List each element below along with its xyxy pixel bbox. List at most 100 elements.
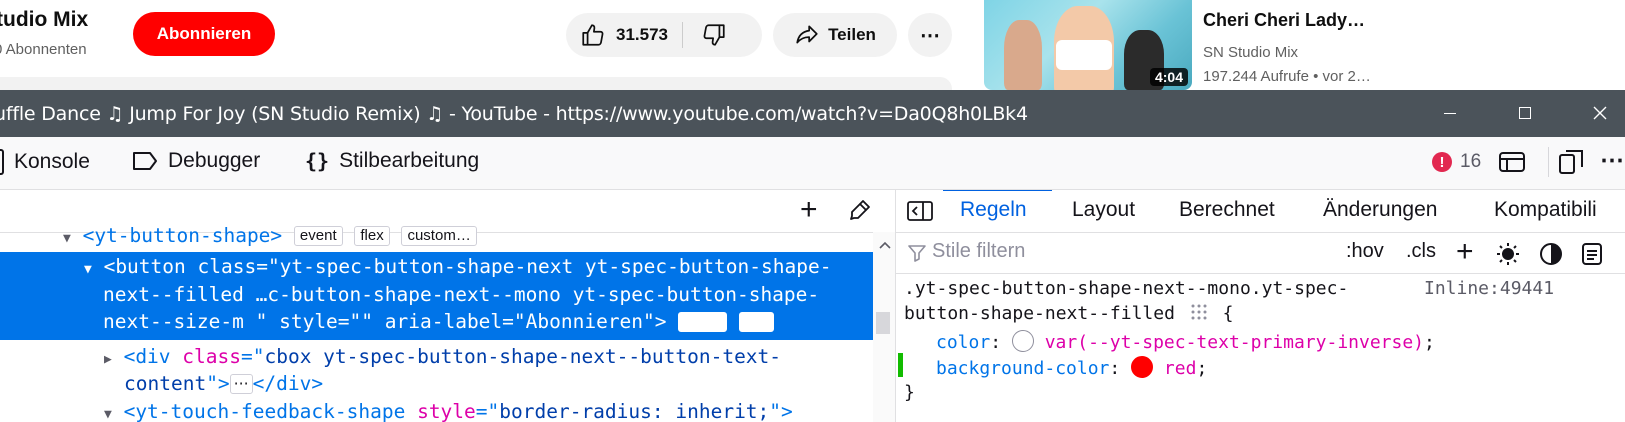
property-name[interactable]: color (936, 332, 990, 353)
node-text: <button class="yt-spec-button-shape-next… (103, 255, 832, 278)
thumbs-up-icon (580, 22, 606, 48)
tag-close: "> (769, 400, 793, 422)
event-badge[interactable]: event (293, 226, 343, 246)
error-count-badge[interactable]: ! 16 (1432, 151, 1481, 173)
flex-badge[interactable]: flex (354, 226, 390, 246)
recommended-thumbnail[interactable]: 4:04 (984, 0, 1192, 90)
maximize-icon (1519, 107, 1531, 119)
rule-selector-cont[interactable]: button-shape-next--filled { (904, 303, 1233, 324)
tab-computed[interactable]: Berechnet (1179, 198, 1275, 222)
colon: : (990, 332, 1002, 353)
recommended-meta: 197.244 Aufrufe • vor 2… (1203, 68, 1371, 85)
devtools-menu-button[interactable]: ⋯ (1600, 146, 1624, 175)
declaration-color[interactable]: color: var(--yt-spec-text-primary-invers… (936, 330, 1435, 353)
responsive-design-button[interactable] (1558, 149, 1586, 175)
video-duration-badge: 4:04 (1149, 68, 1188, 86)
property-value[interactable]: red (1164, 358, 1197, 379)
minimize-button[interactable] (1435, 100, 1465, 126)
subscriber-count: 0 Abonnenten (0, 41, 87, 58)
collapsed-content-badge[interactable]: ⋯ (229, 374, 253, 394)
attr-value: cbox yt-spec-button-shape-next--button-t… (264, 345, 782, 368)
tab-debugger[interactable]: Debugger (132, 149, 260, 173)
collapse-arrow-icon[interactable]: ▼ (104, 407, 112, 422)
filter-funnel-icon (908, 244, 926, 267)
custom-element-badge[interactable]: custom… (401, 226, 477, 246)
tree-node-yt-button-shape[interactable]: ▼ <yt-button-shape> event flex custom… (63, 224, 477, 247)
add-node-button[interactable]: + (800, 195, 818, 225)
collapse-arrow-icon[interactable]: ▼ (63, 231, 71, 246)
tab-style-editor[interactable]: {} Stilbearbeitung (305, 149, 479, 173)
minimize-icon (1444, 112, 1456, 114)
devtools-toolbar: Konsole Debugger {} Stilbearbeitung ! 16… (0, 137, 1625, 190)
tab-debugger-label: Debugger (168, 149, 261, 172)
class-toggle[interactable]: .cls (1406, 240, 1436, 263)
maximize-button[interactable] (1510, 100, 1540, 126)
property-value[interactable]: var(--yt-spec-text-primary-inverse) (1045, 332, 1424, 353)
window-title: uffle Dance ♫ Jump For Joy (SN Studio Re… (0, 103, 1028, 125)
collapse-arrow-icon[interactable]: ▼ (84, 262, 92, 277)
channel-name[interactable]: tudio Mix (0, 8, 88, 32)
description-box-edge[interactable] (0, 77, 952, 90)
subscribe-button[interactable]: Abonnieren (133, 12, 275, 56)
plus-icon: + (800, 193, 818, 226)
dislike-button[interactable] (683, 13, 745, 57)
hover-state-toggle[interactable]: :hov (1346, 240, 1384, 263)
eyedropper-button[interactable] (848, 198, 872, 222)
selected-node-button[interactable]: ▼ <button class="yt-spec-button-shape-ne… (0, 252, 873, 340)
plus-icon: + (1456, 235, 1474, 268)
light-theme-button[interactable] (1496, 242, 1520, 266)
flex-grid-icon[interactable] (1190, 303, 1208, 321)
recommended-channel[interactable]: SN Studio Mix (1203, 44, 1298, 61)
tab-rules[interactable]: Regeln (960, 198, 1027, 222)
expand-arrow-icon[interactable]: ▶ (104, 352, 112, 367)
property-name[interactable]: background-color (936, 358, 1109, 379)
tree-node-yt-touch-feedback-shape[interactable]: ▼ <yt-touch-feedback-shape style="border… (104, 400, 793, 422)
debugger-icon (132, 151, 158, 171)
tag-name: <yt-touch-feedback-shape (123, 400, 418, 422)
like-button[interactable]: 31.573 (566, 13, 682, 57)
recommended-title[interactable]: Cheri Cheri Lady… (1203, 10, 1365, 31)
attr-eq: =" (475, 400, 500, 422)
rule-selector[interactable]: .yt-spec-button-shape-next--mono.yt-spec… (904, 278, 1348, 299)
declaration-background-color[interactable]: background-color: red; (936, 356, 1207, 379)
tree-node-div[interactable]: ▶ <div class="cbox yt-spec-button-shape-… (104, 345, 781, 368)
dark-theme-button[interactable] (1539, 242, 1563, 266)
active-tab-indicator (943, 190, 1052, 191)
sidebar-tabs: Regeln Layout Berechnet Änderungen Kompa… (896, 190, 1625, 233)
close-window-button[interactable] (1585, 100, 1615, 126)
node-text: next--filled …c-button-shape-next--mono … (103, 283, 820, 306)
chevron-up-icon[interactable] (879, 236, 891, 254)
attr-name: style (417, 400, 476, 422)
print-media-button[interactable] (1581, 242, 1603, 266)
more-actions-button[interactable]: ⋯ (908, 13, 952, 57)
selected-node-line: next--size-m " style="" aria-label="Abon… (103, 310, 775, 333)
markup-view: + ▼ <yt-button-shape> event flex custom…… (0, 190, 895, 422)
youtube-video-header: tudio Mix 0 Abonnenten Abonnieren 31.573 (0, 0, 1625, 90)
tab-console[interactable]: Konsole (0, 149, 90, 175)
toggle-sidebar-button[interactable] (906, 199, 934, 223)
share-button[interactable]: Teilen (773, 13, 897, 57)
error-icon: ! (1432, 152, 1452, 172)
tab-changes[interactable]: Änderungen (1323, 198, 1437, 222)
add-rule-button[interactable]: + (1456, 235, 1474, 269)
rule-source-link[interactable]: Inline:49441 (1424, 278, 1554, 299)
event-badge[interactable]: event (678, 312, 727, 332)
devtools-title-bar: uffle Dance ♫ Jump For Joy (SN Studio Re… (0, 90, 1625, 137)
style-filter-input[interactable]: Stile filtern (932, 240, 1025, 263)
colon: : (1109, 358, 1121, 379)
split-console-button[interactable] (1498, 150, 1526, 174)
rules-filter-bar: Stile filtern :hov .cls + (896, 233, 1625, 274)
semicolon: ; (1196, 358, 1208, 379)
close-icon (1592, 105, 1608, 121)
tab-layout[interactable]: Layout (1072, 198, 1135, 222)
scrollbar-thumb[interactable] (876, 312, 890, 334)
semicolon: ; (1424, 332, 1435, 353)
selected-node-line: next--filled …c-button-shape-next--mono … (103, 283, 819, 306)
color-swatch-icon[interactable] (1011, 330, 1034, 352)
toolbar-divider (1548, 147, 1549, 177)
color-swatch-icon[interactable] (1131, 356, 1154, 378)
flex-badge[interactable]: flex (738, 312, 775, 332)
share-label: Teilen (828, 25, 876, 44)
braces-icon: {} (305, 149, 330, 173)
tab-compatibility[interactable]: Kompatibili (1494, 198, 1597, 222)
